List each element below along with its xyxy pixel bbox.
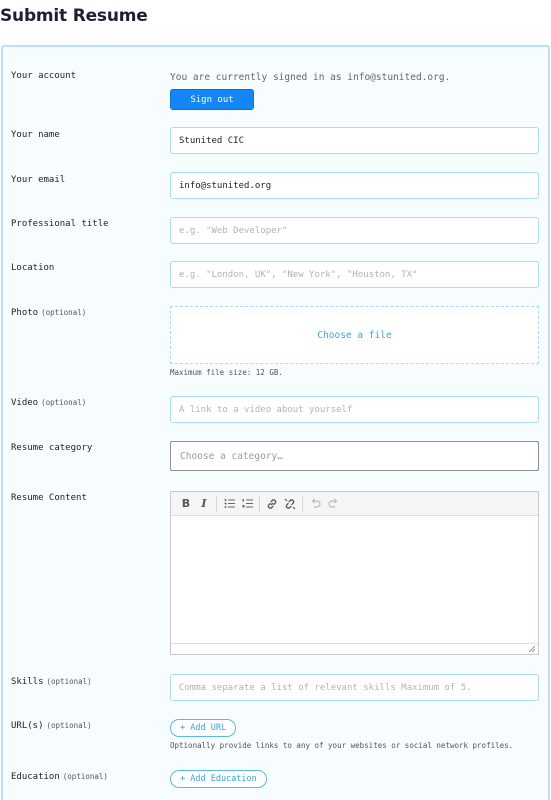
editor-statusbar — [171, 643, 538, 654]
professional-title-field[interactable]: e.g. "Web Developer" — [170, 217, 539, 244]
location-field[interactable]: e.g. "London, UK", "New York", "Houston,… — [170, 261, 539, 288]
skills-optional: (optional) — [46, 677, 92, 686]
video-label-text: Video — [11, 398, 39, 408]
add-education-button[interactable]: + Add Education — [170, 770, 267, 788]
urls-hint: Optionally provide links to any of your … — [170, 741, 514, 750]
page-title: Submit Resume — [0, 6, 148, 26]
education-label-text: Education — [11, 772, 60, 782]
location-label: Location — [11, 263, 55, 273]
education-label: Education (optional) — [11, 772, 108, 782]
video-label: Video (optional) — [11, 398, 86, 408]
bullet-list-icon[interactable] — [220, 495, 238, 513]
undo-icon[interactable] — [306, 495, 324, 513]
toolbar-divider — [259, 495, 260, 512]
email-label: Your email — [11, 175, 66, 185]
photo-optional: (optional) — [41, 308, 87, 317]
content-editor[interactable]: B I — [170, 491, 539, 655]
skills-label-text: Skills — [11, 677, 44, 687]
email-field[interactable]: info@stunited.org — [170, 172, 539, 199]
add-url-button[interactable]: + Add URL — [170, 719, 237, 737]
choose-file-link[interactable]: Choose a file — [317, 330, 391, 341]
signed-in-text: You are currently signed in as info@stun… — [170, 72, 451, 83]
photo-label-text: Photo — [11, 308, 39, 318]
redo-icon[interactable] — [324, 495, 342, 513]
numbered-list-icon[interactable] — [238, 495, 256, 513]
resize-grip-icon[interactable] — [528, 645, 536, 653]
editor-toolbar: B I — [171, 492, 538, 516]
toolbar-divider — [216, 495, 217, 512]
category-select[interactable]: Choose a category… — [170, 441, 539, 471]
video-field[interactable]: A link to a video about yourself — [170, 396, 539, 423]
bold-icon[interactable]: B — [177, 495, 195, 513]
sign-out-button[interactable]: Sign out — [170, 89, 254, 110]
video-optional: (optional) — [41, 398, 87, 407]
urls-optional: (optional) — [46, 721, 92, 730]
content-label: Resume Content — [11, 493, 87, 503]
photo-max-size: Maximum file size: 12 GB. — [170, 368, 283, 377]
name-field[interactable]: Stunited CIC — [170, 127, 539, 154]
italic-icon[interactable]: I — [195, 495, 213, 513]
urls-label-text: URL(s) — [11, 721, 44, 731]
urls-label: URL(s) (optional) — [11, 721, 92, 731]
name-label: Your name — [11, 130, 60, 140]
photo-dropzone[interactable]: Choose a file — [170, 306, 539, 364]
skills-field[interactable]: Comma separate a list of relevant skills… — [170, 674, 539, 701]
photo-label: Photo (optional) — [11, 308, 86, 318]
education-optional: (optional) — [62, 772, 108, 781]
link-icon[interactable] — [263, 495, 281, 513]
skills-label: Skills (optional) — [11, 677, 92, 687]
category-label: Resume category — [11, 443, 93, 453]
account-label: Your account — [11, 71, 77, 81]
toolbar-divider — [302, 495, 303, 512]
professional-title-label: Professional title — [11, 219, 109, 229]
unlink-icon[interactable] — [281, 495, 299, 513]
